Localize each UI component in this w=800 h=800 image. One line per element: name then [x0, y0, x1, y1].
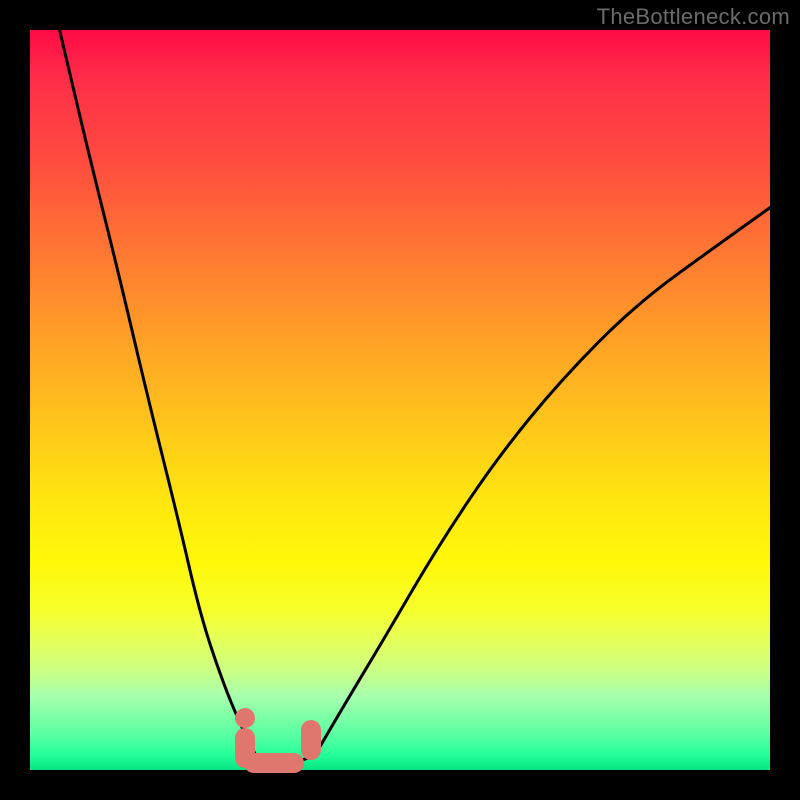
chart-stage: TheBottleneck.com: [0, 0, 800, 800]
marker-bar-right: [301, 720, 321, 760]
marker-dot: [235, 708, 255, 728]
watermark-text: TheBottleneck.com: [597, 4, 790, 30]
bottleneck-curve: [60, 30, 770, 763]
plot-area: [30, 30, 770, 770]
curve-svg: [30, 30, 770, 770]
marker-flat: [244, 753, 304, 773]
